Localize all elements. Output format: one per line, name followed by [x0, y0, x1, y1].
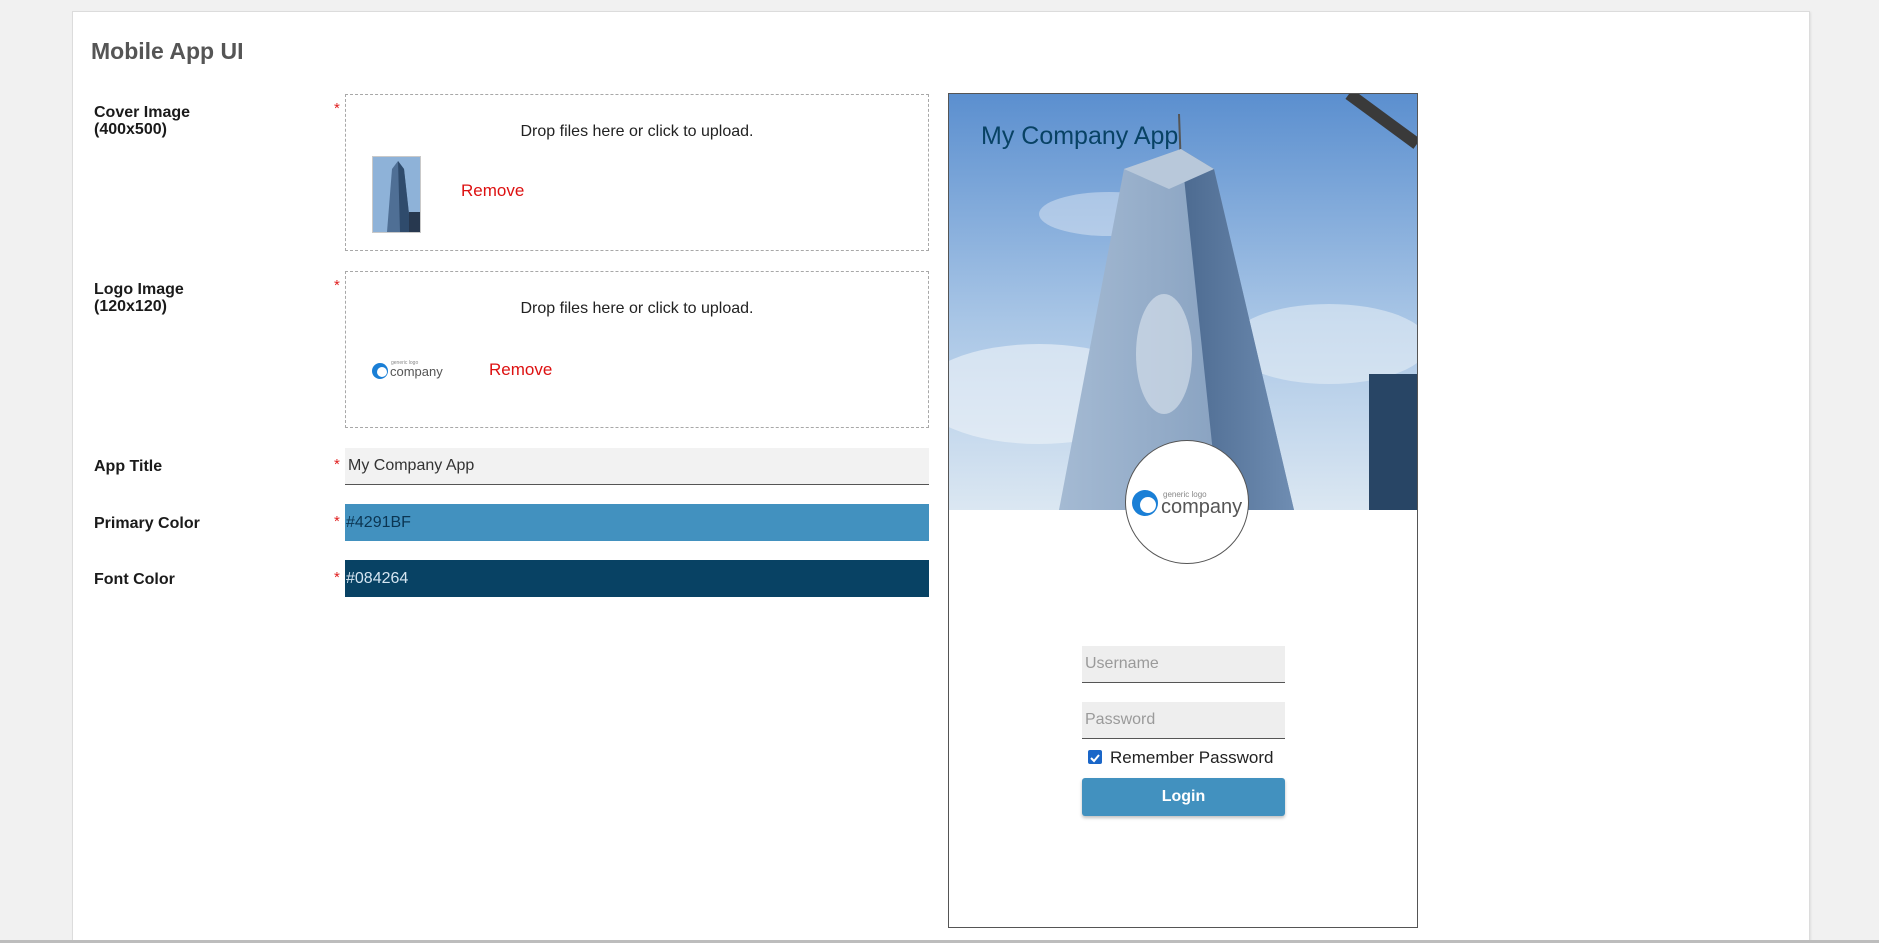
logo-image-label: Logo Image (120x120) — [94, 281, 184, 315]
primary-color-input[interactable] — [345, 504, 929, 541]
app-title-input[interactable] — [345, 448, 929, 485]
cover-image-remove-link[interactable]: Remove — [461, 181, 524, 201]
preview-remember-row[interactable]: Remember Password — [1088, 748, 1273, 768]
cover-image-label: Cover Image (400x500) — [94, 104, 190, 138]
font-color-required-mark: * — [334, 569, 340, 586]
app-title-label: App Title — [94, 458, 163, 475]
logo-image-size-hint: (120x120) — [94, 298, 167, 315]
app-title-required-mark: * — [334, 456, 340, 473]
remember-label: Remember Password — [1110, 748, 1274, 767]
cover-image-size-hint: (400x500) — [94, 121, 167, 138]
primary-color-label: Primary Color — [94, 515, 200, 532]
preview-app-title: My Company App — [981, 122, 1179, 150]
logo-dropzone-message: Drop files here or click to upload. — [520, 300, 754, 317]
preview-login-button[interactable]: Login — [1082, 778, 1285, 816]
company-logo-small: generic logo company — [372, 360, 443, 379]
font-color-label: Font Color — [94, 571, 175, 588]
main-panel: Mobile App UI Cover Image (400x500) * Dr… — [72, 11, 1810, 941]
preview-password-input[interactable] — [1082, 702, 1285, 739]
page-title: Mobile App UI — [91, 38, 244, 64]
checkmark-icon — [1090, 754, 1100, 763]
cover-image-label-text: Cover Image — [94, 104, 191, 121]
cover-dropzone-message: Drop files here or click to upload. — [520, 123, 754, 140]
logo-image-dropzone[interactable]: Drop files here or click to upload. gene… — [345, 271, 929, 428]
logo-image-label-text: Logo Image — [94, 281, 184, 298]
preview-logo: generic logo company — [1125, 440, 1249, 564]
logo-image-remove-link[interactable]: Remove — [489, 360, 552, 380]
font-color-input[interactable] — [345, 560, 929, 597]
mobile-preview: My Company App generic logo company Reme… — [948, 93, 1418, 928]
cover-image-required-mark: * — [334, 100, 340, 117]
cover-image-thumbnail — [372, 156, 421, 233]
preview-logo-company: company — [1161, 496, 1242, 518]
logo-company-text: company — [390, 364, 443, 379]
logo-image-thumbnail: generic logo company — [370, 357, 450, 381]
primary-color-required-mark: * — [334, 513, 340, 530]
logo-image-required-mark: * — [334, 277, 340, 294]
preview-username-input[interactable] — [1082, 646, 1285, 683]
cover-image-dropzone[interactable]: Drop files here or click to upload. Remo… — [345, 94, 929, 251]
remember-checkbox[interactable] — [1088, 750, 1102, 764]
